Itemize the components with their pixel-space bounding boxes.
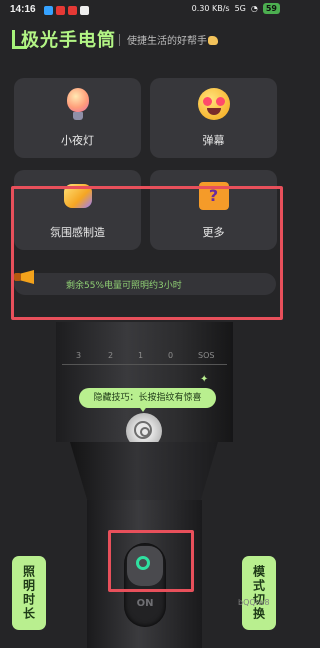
dial-label: 3 bbox=[76, 351, 82, 360]
thumbs-up-icon bbox=[208, 36, 218, 45]
notification-app-icon bbox=[80, 6, 89, 15]
status-time: 14:16 bbox=[10, 4, 36, 15]
switch-on-label: ON bbox=[136, 598, 154, 609]
lightbulb-icon bbox=[60, 88, 96, 122]
lighting-duration-button[interactable]: 照明时长 bbox=[12, 556, 46, 630]
dial-label: SOS bbox=[198, 351, 215, 360]
dial-label: 1 bbox=[138, 351, 144, 360]
lighting-duration-label: 照明时长 bbox=[21, 565, 36, 621]
feature-label: 弹幕 bbox=[202, 134, 225, 147]
mode-switch-button[interactable]: 模式切换 bbox=[242, 556, 276, 630]
flashlight-neck bbox=[70, 442, 218, 502]
wifi-icon: ◔ bbox=[250, 4, 258, 13]
watermark: bQQlw8 bbox=[238, 598, 270, 607]
notification-app-icon bbox=[44, 6, 53, 15]
mode-dial[interactable]: 3 2 1 0 SOS bbox=[56, 349, 233, 363]
signal-indicator: 5G bbox=[234, 4, 246, 13]
battery-indicator: 59 bbox=[262, 3, 280, 14]
network-speed: 0.30 KB/s bbox=[191, 4, 230, 13]
notification-app-icon bbox=[56, 6, 65, 15]
notification-app-icon bbox=[68, 6, 77, 15]
highlight-box bbox=[108, 530, 194, 592]
feature-card-night-light[interactable]: 小夜灯 bbox=[14, 78, 141, 158]
mode-switch-label: 模式切换 bbox=[251, 565, 266, 621]
sparkle-icon: ✦ bbox=[200, 374, 209, 385]
fingerprint-icon bbox=[134, 421, 152, 439]
dial-label: 0 bbox=[168, 351, 174, 360]
status-right: 0.30 KB/s 5G ◔ 59 bbox=[192, 3, 280, 14]
feature-card-danmaku[interactable]: 弹幕 bbox=[150, 78, 277, 158]
dial-ticks bbox=[62, 364, 227, 371]
notification-icons bbox=[44, 6, 89, 15]
highlight-box bbox=[11, 186, 283, 320]
header-divider bbox=[119, 34, 120, 46]
app-title: 极光手电筒 bbox=[21, 30, 116, 51]
status-bar: 14:16 0.30 KB/s 5G ◔ 59 bbox=[0, 0, 288, 22]
feature-label: 小夜灯 bbox=[61, 134, 94, 147]
app-slogan: 使捷生活的好帮手 bbox=[127, 32, 218, 47]
app-header: 极光手电筒 使捷生活的好帮手 bbox=[12, 24, 278, 54]
heart-eyes-emoji-icon bbox=[196, 88, 232, 122]
dial-label: 2 bbox=[108, 351, 114, 360]
slogan-text: 使捷生活的好帮手 bbox=[127, 36, 207, 47]
